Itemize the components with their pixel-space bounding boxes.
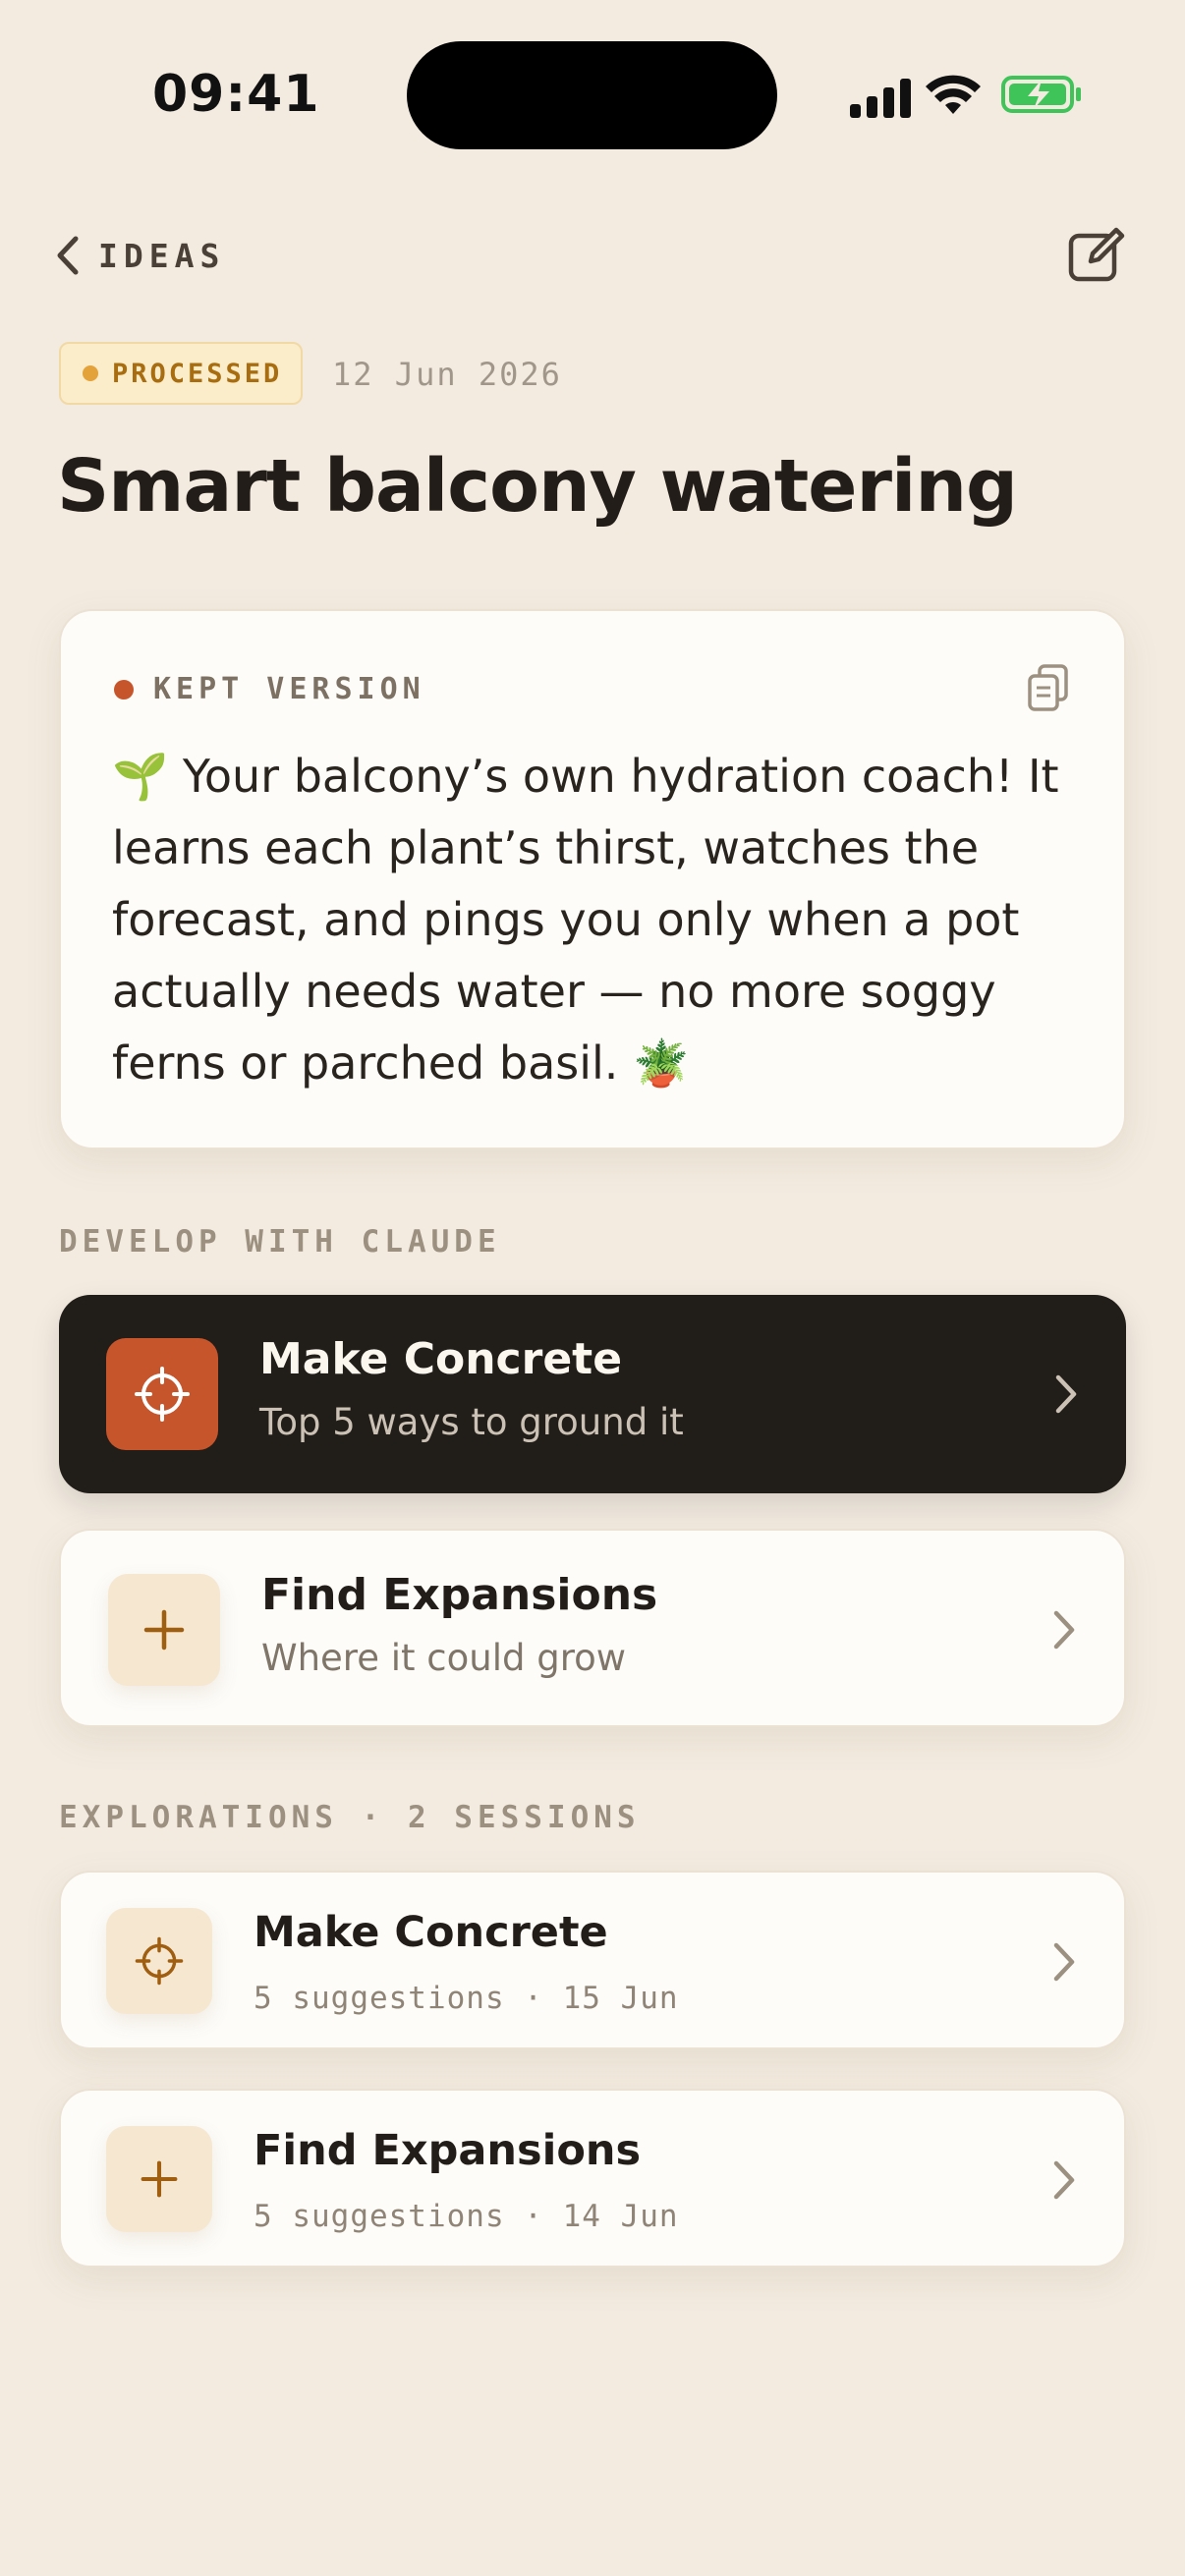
idea-date: 12 Jun 2026 — [332, 356, 562, 393]
develop-section-label: DEVELOP WITH CLAUDE — [59, 1224, 501, 1260]
session-title: Find Expansions — [254, 2126, 642, 2175]
page-title: Smart balcony watering — [57, 444, 1018, 529]
edit-icon[interactable] — [1067, 224, 1126, 285]
crosshair-icon — [106, 1338, 218, 1450]
status-dot — [83, 365, 98, 381]
status-badge-label: PROCESSED — [112, 358, 283, 389]
action-subtitle: Where it could grow — [261, 1637, 627, 1679]
battery-charging-icon — [1001, 76, 1081, 113]
back-button[interactable]: IDEAS — [55, 228, 225, 283]
session-meta: 5 suggestions · 14 Jun — [254, 2199, 679, 2234]
session-meta: 5 suggestions · 15 Jun — [254, 1981, 679, 2016]
wifi-icon — [926, 75, 981, 114]
session-item-find-expansions[interactable]: Find Expansions 5 suggestions · 14 Jun — [59, 2089, 1126, 2268]
plus-icon — [108, 1574, 220, 1686]
action-title: Find Expansions — [261, 1570, 658, 1620]
copy-icon[interactable] — [1026, 662, 1071, 713]
session-title: Make Concrete — [254, 1908, 608, 1957]
back-label: IDEAS — [98, 236, 226, 275]
session-item-make-concrete[interactable]: Make Concrete 5 suggestions · 15 Jun — [59, 1871, 1126, 2049]
kept-version-card: KEPT VERSION 🌱 Your balcony’s own hydrat… — [59, 609, 1126, 1149]
kept-dot — [114, 679, 134, 700]
find-expansions-button[interactable]: Find Expansions Where it could grow — [59, 1529, 1126, 1727]
status-bar: 09:41 — [0, 0, 1185, 187]
kept-version-header: KEPT VERSION — [114, 672, 425, 706]
crosshair-icon — [106, 1908, 212, 2014]
action-title: Make Concrete — [259, 1334, 623, 1384]
status-time: 09:41 — [152, 65, 320, 124]
status-badge: PROCESSED — [59, 342, 303, 405]
chevron-right-icon — [1053, 2160, 1075, 2200]
chevron-left-icon — [57, 236, 79, 275]
chevron-right-icon — [1053, 1610, 1075, 1650]
chevron-right-icon — [1055, 1374, 1077, 1414]
explorations-section-label: EXPLORATIONS · 2 SESSIONS — [59, 1800, 641, 1835]
make-concrete-button[interactable]: Make Concrete Top 5 ways to ground it — [59, 1295, 1126, 1493]
chevron-right-icon — [1053, 1942, 1075, 1982]
kept-version-text: 🌱 Your balcony’s own hydration coach! It… — [112, 750, 1059, 1090]
action-subtitle: Top 5 ways to ground it — [259, 1401, 684, 1443]
dynamic-island — [407, 41, 777, 149]
cellular-signal-icon — [850, 79, 911, 118]
kept-version-label: KEPT VERSION — [153, 672, 425, 706]
plus-icon — [106, 2126, 212, 2232]
